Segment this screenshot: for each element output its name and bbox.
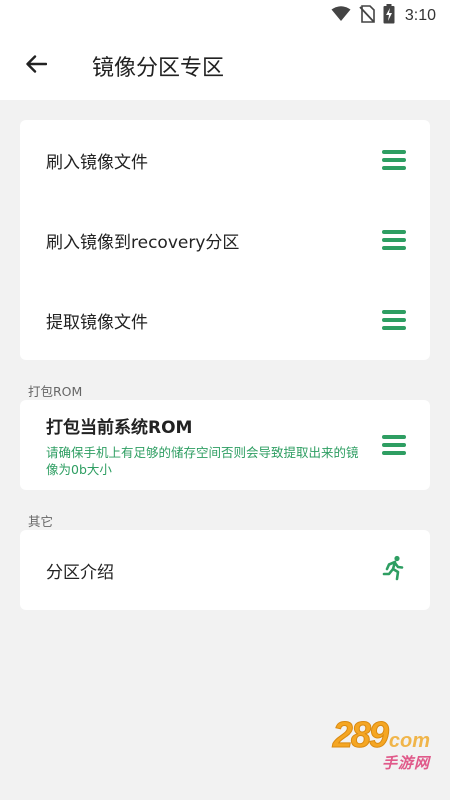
back-button[interactable] — [14, 44, 58, 88]
status-time: 3:10 — [404, 7, 436, 24]
no-sim-icon — [359, 4, 375, 28]
rom-section-header: 打包ROM — [28, 384, 83, 399]
other-section-header: 其它 — [28, 514, 54, 529]
pack-rom-description: 请确保手机上有足够的储存空间否则会导致提取出来的镜像为0b大小 — [46, 444, 359, 477]
pack-rom-text: 打包当前系统ROM 请确保手机上有足够的储存空间否则会导致提取出来的镜像为0b大… — [46, 413, 361, 478]
watermark-domain-text: com — [388, 730, 430, 752]
flash-recovery-label: 刷入镜像到recovery分区 — [46, 232, 240, 253]
extract-image-label: 提取镜像文件 — [46, 312, 148, 333]
site-watermark: 289 com 手游网 — [332, 714, 430, 773]
partition-intro-item[interactable]: 分区介绍 — [20, 530, 430, 610]
extract-image-item[interactable]: 提取镜像文件 — [20, 280, 430, 360]
wifi-icon — [331, 5, 351, 27]
watermark-logo-text: 289 — [332, 714, 389, 756]
image-options-card: 刷入镜像文件 刷入镜像到recovery分区 提取镜像文件 — [20, 120, 430, 360]
menu-icon — [382, 150, 406, 170]
partition-intro-label: 分区介绍 — [46, 562, 114, 583]
menu-icon — [382, 230, 406, 250]
menu-icon — [382, 435, 406, 455]
app-bar: 镜像分区专区 — [0, 32, 450, 100]
running-person-icon — [382, 555, 406, 585]
pack-rom-title: 打包当前系统ROM — [46, 417, 193, 438]
rom-card: 打包当前系统ROM 请确保手机上有足够的储存空间否则会导致提取出来的镜像为0b大… — [20, 400, 430, 490]
flash-image-item[interactable]: 刷入镜像文件 — [20, 120, 430, 200]
status-bar: 3:10 — [0, 0, 450, 32]
flash-recovery-item[interactable]: 刷入镜像到recovery分区 — [20, 200, 430, 280]
other-card: 分区介绍 — [20, 530, 430, 610]
pack-rom-item[interactable]: 打包当前系统ROM 请确保手机上有足够的储存空间否则会导致提取出来的镜像为0b大… — [20, 400, 430, 490]
arrow-left-icon — [25, 55, 48, 77]
menu-icon — [382, 310, 406, 330]
flash-image-label: 刷入镜像文件 — [46, 152, 148, 173]
page-title: 镜像分区专区 — [92, 56, 225, 81]
battery-charging-icon — [383, 3, 395, 29]
